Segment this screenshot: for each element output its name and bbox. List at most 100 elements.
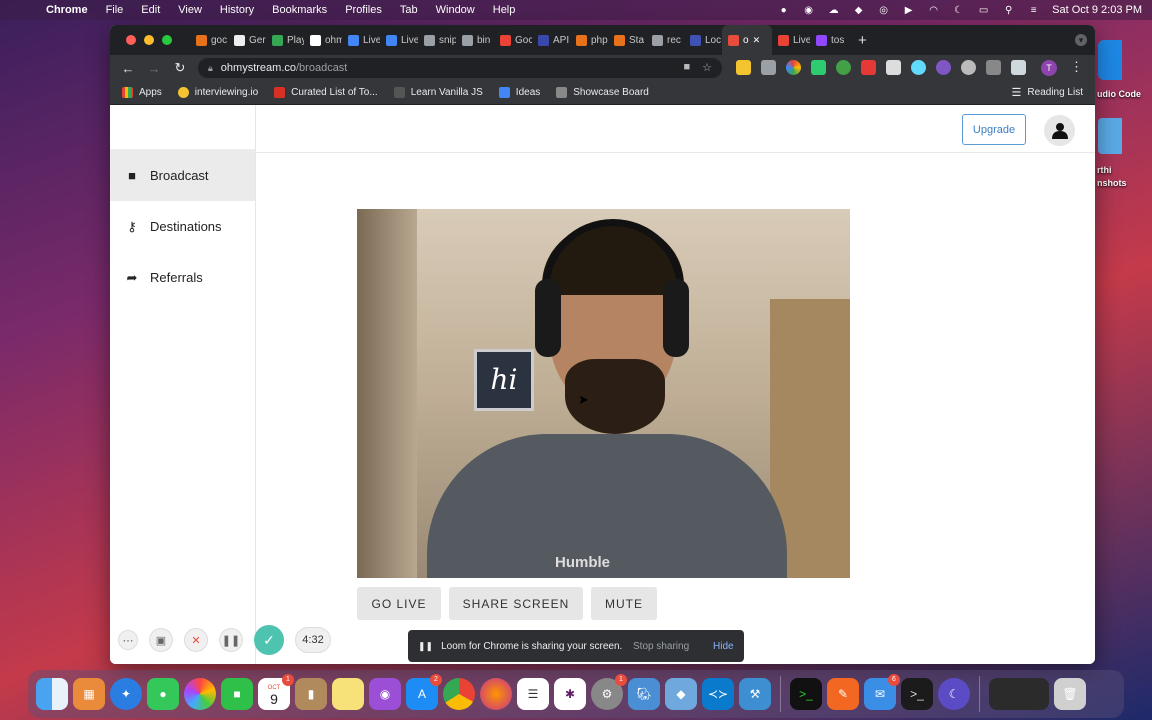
- menubar-clock[interactable]: Sat Oct 9 2:03 PM: [1052, 4, 1142, 16]
- loom-more-icon[interactable]: ⋯: [118, 630, 138, 650]
- loom-finish-check-icon[interactable]: ✓: [254, 625, 284, 655]
- loom-dock-icon[interactable]: ☾: [938, 678, 970, 710]
- recent-windows-icon[interactable]: [989, 678, 1049, 710]
- menu-profiles[interactable]: Profiles: [345, 4, 382, 16]
- puzzle-extensions-icon[interactable]: [1011, 60, 1026, 75]
- vscode-desktop-icon[interactable]: [1098, 40, 1122, 80]
- sidebar-item-broadcast[interactable]: ■ Broadcast: [110, 150, 255, 201]
- loom-cancel-icon[interactable]: ✕: [184, 628, 208, 652]
- search-icon[interactable]: ⚲: [1002, 5, 1015, 16]
- iterm-icon[interactable]: >_: [901, 678, 933, 710]
- extension-color-icon[interactable]: [786, 60, 801, 75]
- firefox-icon[interactable]: [480, 678, 512, 710]
- back-arrow-icon[interactable]: ←: [115, 61, 141, 76]
- bookmark-apps[interactable]: Apps: [122, 87, 162, 98]
- photos-icon[interactable]: [184, 678, 216, 710]
- browser-tab[interactable]: Live: [380, 25, 418, 55]
- record-status-icon[interactable]: ◎: [877, 5, 890, 16]
- browser-tab[interactable]: Ger: [228, 25, 266, 55]
- browser-tab[interactable]: API: [532, 25, 570, 55]
- tab-search-icon[interactable]: ▾: [1075, 34, 1087, 46]
- launchpad-icon[interactable]: ▦: [73, 678, 105, 710]
- browser-tab[interactable]: tos: [810, 25, 848, 55]
- menu-edit[interactable]: Edit: [141, 4, 160, 16]
- play-status-icon[interactable]: ▶: [902, 5, 915, 16]
- messages-icon[interactable]: ●: [147, 678, 179, 710]
- bookmark-learn-vanilla-js[interactable]: Learn Vanilla JS: [393, 87, 483, 98]
- tableplus-icon[interactable]: ◆: [665, 678, 697, 710]
- user-avatar-button[interactable]: [1044, 115, 1075, 146]
- mute-button[interactable]: MUTE: [591, 587, 657, 620]
- forward-arrow-icon[interactable]: →: [141, 61, 167, 76]
- browser-tab[interactable]: Live: [772, 25, 810, 55]
- menu-help[interactable]: Help: [493, 4, 516, 16]
- minimize-window-button[interactable]: [144, 35, 154, 45]
- browser-tab[interactable]: Loc: [684, 25, 722, 55]
- browser-tab[interactable]: bin: [456, 25, 494, 55]
- system-preferences-icon[interactable]: ⚙ 1: [591, 674, 627, 710]
- browser-tab[interactable]: Goc: [494, 25, 532, 55]
- terminal-icon[interactable]: >_: [790, 678, 822, 710]
- browser-tab[interactable]: o ✕: [722, 25, 772, 55]
- browser-tab[interactable]: goc: [190, 25, 228, 55]
- vscode-dock-icon[interactable]: ≺≻: [702, 678, 734, 710]
- new-tab-button[interactable]: +: [858, 32, 867, 49]
- browser-tab[interactable]: ohm: [304, 25, 342, 55]
- browser-tab[interactable]: Sta: [608, 25, 646, 55]
- address-bar[interactable]: 🔒︎ ohmystream.co/broadcast ■ ☆: [198, 58, 722, 78]
- contacts-icon[interactable]: ▮: [295, 678, 327, 710]
- podcasts-icon[interactable]: ◉: [369, 678, 401, 710]
- chrome-menu-icon[interactable]: ⋮: [1070, 59, 1083, 75]
- extension-green-circle-icon[interactable]: [836, 60, 851, 75]
- reading-list-button[interactable]: ☰ Reading List: [1012, 86, 1083, 99]
- sidebar-item-referrals[interactable]: ➦ Referrals: [110, 252, 255, 303]
- hide-banner-button[interactable]: Hide: [713, 641, 734, 652]
- share-screen-button[interactable]: SHARE SCREEN: [449, 587, 583, 620]
- chrome-dock-icon[interactable]: [443, 678, 475, 710]
- reload-icon[interactable]: ↻: [167, 60, 193, 76]
- react-devtools-icon[interactable]: [911, 60, 926, 75]
- extension-red-icon[interactable]: [861, 60, 876, 75]
- bookmark-showcase-board[interactable]: Showcase Board: [556, 87, 649, 98]
- app-store-icon[interactable]: A 2: [406, 674, 442, 710]
- extension-white-icon[interactable]: [886, 60, 901, 75]
- slack-icon[interactable]: ✱: [554, 678, 586, 710]
- extension-green-icon[interactable]: [811, 60, 826, 75]
- notes-icon[interactable]: [332, 678, 364, 710]
- browser-tab[interactable]: snip: [418, 25, 456, 55]
- lock-icon[interactable]: 🔒︎: [208, 63, 213, 74]
- extension-moon-icon[interactable]: [961, 60, 976, 75]
- postgres-icon[interactable]: 🐘︎: [628, 678, 660, 710]
- browser-tab[interactable]: Live: [342, 25, 380, 55]
- safari-icon[interactable]: ✦: [110, 678, 142, 710]
- app-menu-chrome[interactable]: Chrome: [46, 4, 88, 16]
- bookmark-star-icon[interactable]: ☆: [702, 61, 712, 74]
- profile-avatar[interactable]: T: [1041, 60, 1057, 76]
- stop-sharing-button[interactable]: Stop sharing: [633, 641, 689, 652]
- browser-tab[interactable]: Play: [266, 25, 304, 55]
- menu-file[interactable]: File: [106, 4, 124, 16]
- menu-tab[interactable]: Tab: [400, 4, 418, 16]
- calendar-icon[interactable]: OCT 9 1: [258, 674, 294, 710]
- extension-gray-icon[interactable]: [761, 60, 776, 75]
- zoom-window-button[interactable]: [162, 35, 172, 45]
- pen-tool-icon[interactable]: ✎: [827, 678, 859, 710]
- close-window-button[interactable]: [126, 35, 136, 45]
- xcode-icon[interactable]: ⚒: [739, 678, 771, 710]
- loom-status-icon[interactable]: ◉: [802, 5, 815, 16]
- loom-pause-icon[interactable]: ❚❚: [219, 628, 243, 652]
- bookmark-interviewing[interactable]: interviewing.io: [177, 87, 258, 98]
- close-tab-icon[interactable]: ✕: [753, 35, 761, 46]
- extension-arrow-icon[interactable]: [986, 60, 1001, 75]
- facetime-icon[interactable]: ■: [221, 678, 253, 710]
- camera-in-use-icon[interactable]: ■: [683, 61, 690, 74]
- folder-desktop-icon[interactable]: [1098, 118, 1122, 154]
- go-live-button[interactable]: GO LIVE: [357, 587, 441, 620]
- control-center-icon[interactable]: ≡: [1027, 5, 1040, 16]
- moon-icon[interactable]: ☾: [952, 5, 965, 16]
- reminders-icon[interactable]: ☰: [517, 678, 549, 710]
- wifi-icon[interactable]: ◠: [927, 5, 940, 16]
- menu-window[interactable]: Window: [436, 4, 475, 16]
- bookmark-curated-list[interactable]: Curated List of To...: [274, 87, 378, 98]
- loom-camera-off-icon[interactable]: ▣: [149, 628, 173, 652]
